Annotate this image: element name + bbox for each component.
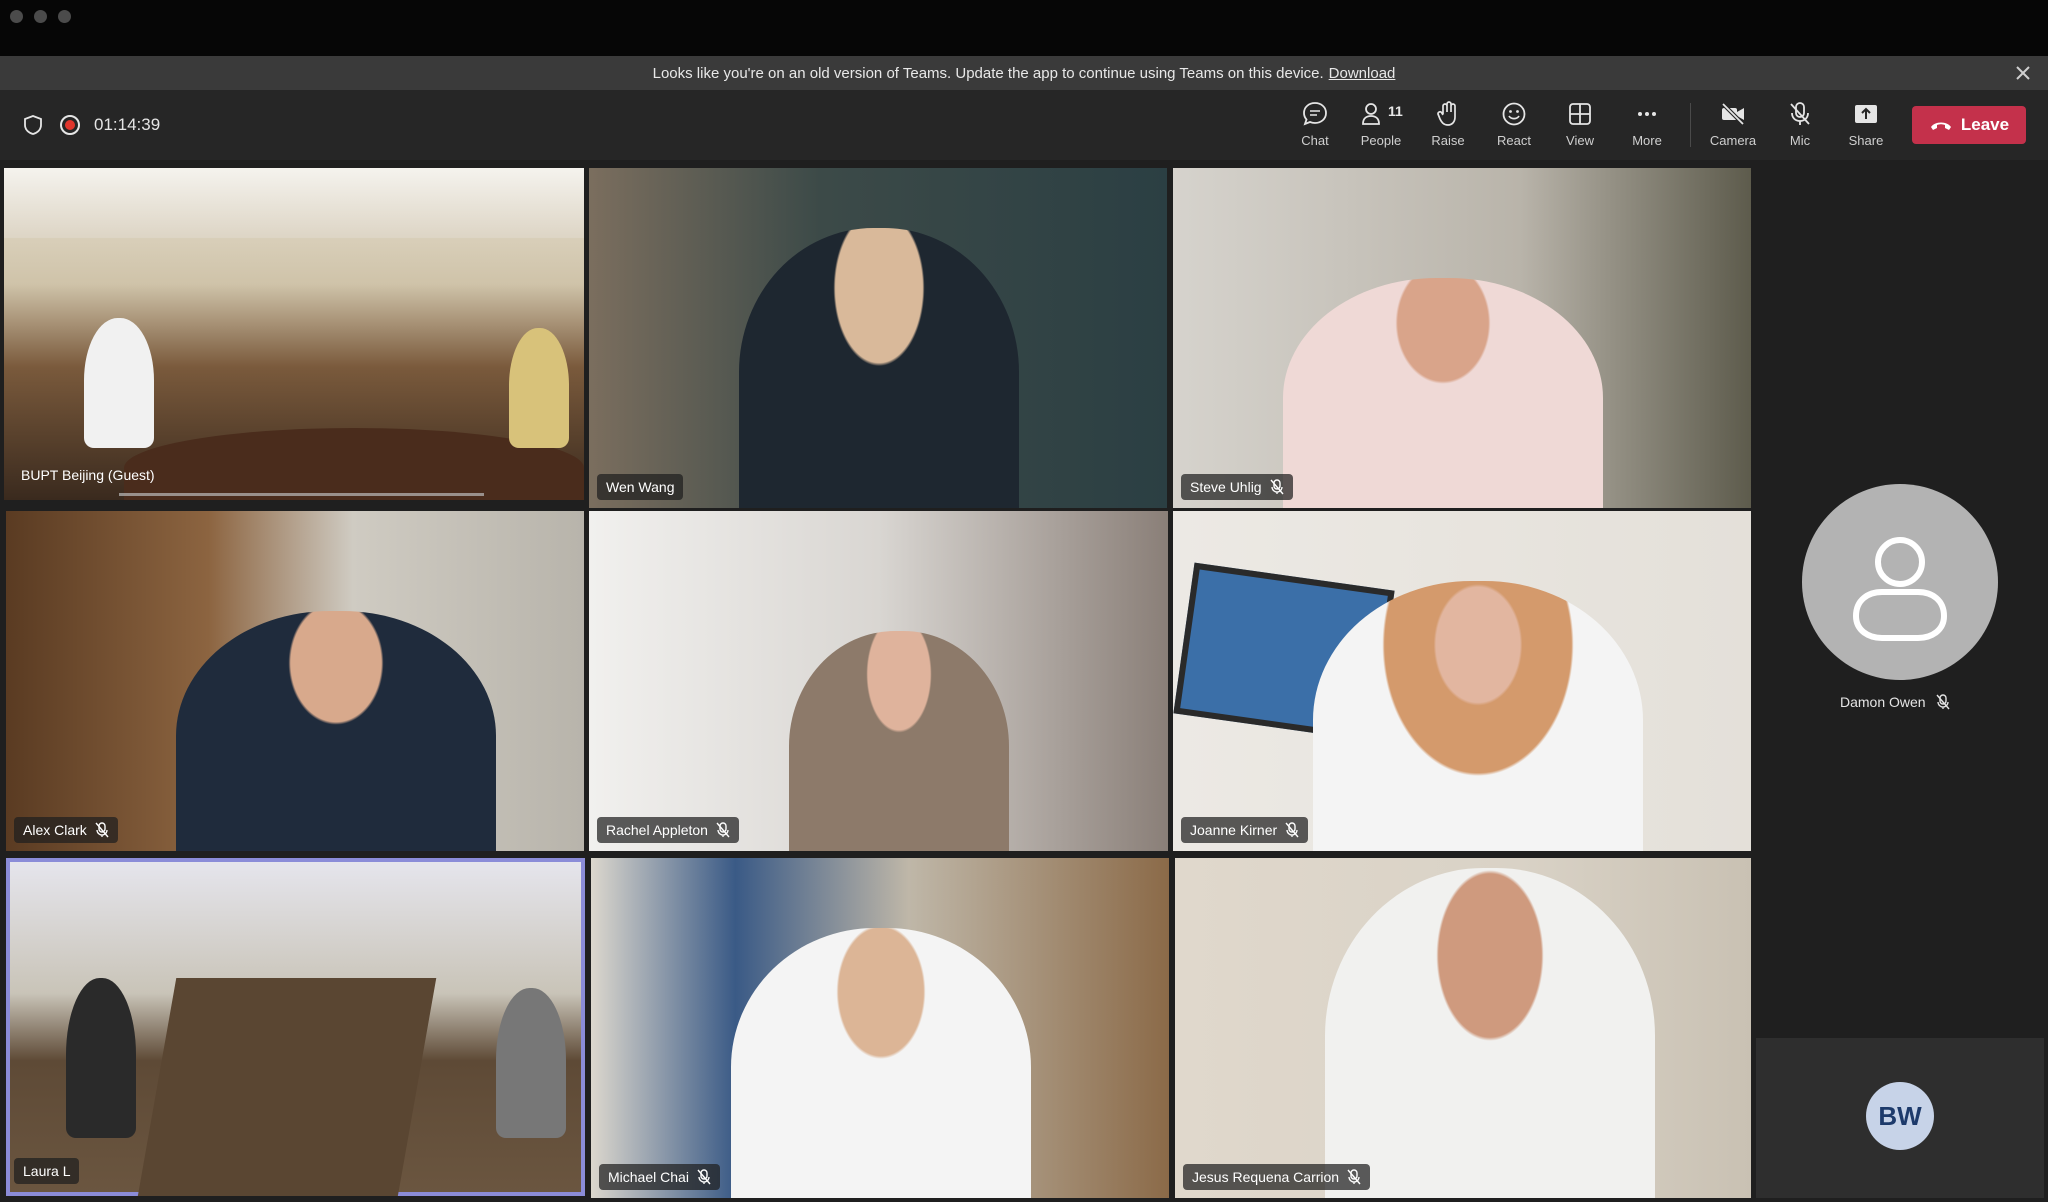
leave-label: Leave (1960, 115, 2010, 134)
video-tile-alex-clark[interactable]: Alex Clark (6, 511, 584, 851)
chat-button[interactable]: Chat (1284, 100, 1346, 154)
share-label: Share (1848, 133, 1884, 148)
video-tile-steve-uhlig[interactable]: Steve Uhlig (1173, 168, 1751, 508)
participant-name: Michael Chai (608, 1169, 689, 1185)
participant-name: Rachel Appleton (606, 822, 708, 838)
conference-table-graphic (135, 978, 437, 1196)
participant-figure (1313, 581, 1643, 851)
participant-name: Jesus Requena Carrion (1192, 1169, 1340, 1185)
chat-label: Chat (1301, 133, 1329, 148)
participant-figure (509, 328, 569, 448)
side-participant-label: Damon Owen (1840, 694, 1950, 710)
name-tag: Laura L (14, 1158, 80, 1184)
video-tile-michael-chai[interactable]: Michael Chai (591, 858, 1169, 1198)
participant-figure (66, 978, 136, 1138)
mic-muted-icon (1936, 694, 1950, 710)
raise-hand-button[interactable]: Raise (1417, 100, 1479, 154)
phone-hangup-icon (1930, 122, 1951, 130)
participant-figure (84, 318, 154, 448)
recording-icon (60, 115, 80, 135)
name-tag: Steve Uhlig (1181, 474, 1293, 500)
video-tile-jesus-requena-carrion[interactable]: Jesus Requena Carrion (1175, 858, 1751, 1198)
meeting-timer: 01:14:39 (94, 115, 161, 134)
name-tag: Jesus Requena Carrion (1183, 1164, 1371, 1190)
mic-muted-icon (1285, 822, 1299, 838)
mic-muted-icon (716, 822, 730, 838)
share-icon (1855, 105, 1877, 123)
participant-name: Joanne Kirner (1190, 822, 1278, 838)
name-tag: Rachel Appleton (597, 817, 739, 843)
name-tag: Michael Chai (599, 1164, 720, 1190)
participant-figure (789, 631, 1009, 851)
camera-off-icon (1721, 102, 1745, 126)
participant-name: Laura L (23, 1163, 71, 1179)
scroll-indicator (119, 493, 484, 496)
people-icon (1362, 103, 1380, 125)
participant-name: Wen Wang (606, 479, 675, 495)
leave-button[interactable]: Leave (1912, 106, 2026, 144)
participant-name: Damon Owen (1840, 694, 1926, 710)
view-label: View (1566, 133, 1594, 148)
more-icon (1638, 112, 1656, 116)
minimize-window-button[interactable] (34, 10, 47, 23)
update-banner: Looks like you're on an old version of T… (0, 56, 2048, 90)
ceiling-graphic (4, 168, 584, 238)
video-tile-laura-l[interactable]: Laura L (6, 858, 585, 1196)
download-link[interactable]: Download (1329, 65, 1396, 82)
people-label: People (1360, 133, 1402, 148)
toolbar-divider (1690, 103, 1691, 147)
react-label: React (1497, 133, 1531, 148)
name-tag: BUPT Beijing (Guest) (12, 462, 164, 488)
maximize-window-button[interactable] (58, 10, 71, 23)
camera-label: Camera (1709, 133, 1757, 148)
name-tag: Joanne Kirner (1181, 817, 1309, 843)
video-tile-rachel-appleton[interactable]: Rachel Appleton (589, 511, 1168, 851)
window-title-bar (0, 0, 2048, 56)
participant-name: BUPT Beijing (Guest) (21, 467, 155, 483)
camera-button[interactable]: Camera (1702, 100, 1764, 154)
participant-figure (1325, 868, 1655, 1198)
participant-figure (731, 928, 1031, 1198)
participant-name: Alex Clark (23, 822, 87, 838)
name-tag: Wen Wang (597, 474, 684, 500)
more-label: More (1632, 133, 1662, 148)
smiley-icon (1502, 102, 1526, 126)
participant-figure (176, 611, 496, 851)
shield-icon (24, 115, 42, 135)
more-button[interactable]: More (1616, 100, 1678, 154)
video-tile-bupt-beijing[interactable]: BUPT Beijing (Guest) (4, 168, 584, 500)
raise-hand-icon (1437, 101, 1456, 126)
participant-name: Steve Uhlig (1190, 479, 1262, 495)
react-button[interactable]: React (1483, 100, 1545, 154)
participant-avatar[interactable] (1802, 484, 1998, 680)
people-button[interactable]: 11 People (1350, 100, 1412, 154)
mic-muted-icon (697, 1169, 711, 1185)
banner-text: Looks like you're on an old version of T… (652, 64, 1324, 82)
mic-label: Mic (1789, 133, 1811, 148)
close-window-button[interactable] (10, 10, 23, 23)
meeting-toolbar: 01:14:39 Chat 11 People Raise React View… (0, 90, 2048, 160)
chat-icon (1303, 102, 1327, 126)
share-button[interactable]: Share (1835, 100, 1897, 154)
participant-figure (739, 228, 1019, 508)
name-tag: Alex Clark (14, 817, 118, 843)
mic-muted-icon (1270, 479, 1284, 495)
mic-off-icon (1790, 102, 1810, 125)
raise-label: Raise (1431, 133, 1465, 148)
mic-muted-icon (1347, 1169, 1361, 1185)
grid-view-icon (1569, 103, 1591, 125)
participant-figure (496, 988, 566, 1138)
video-tile-wen-wang[interactable]: Wen Wang (589, 168, 1167, 508)
view-button[interactable]: View (1549, 100, 1611, 154)
people-count: 11 (1388, 103, 1403, 119)
self-avatar: BW (1866, 1082, 1934, 1150)
participant-figure (1283, 278, 1603, 508)
mic-button[interactable]: Mic (1769, 100, 1831, 154)
mic-muted-icon (95, 822, 109, 838)
person-icon (1852, 537, 1948, 641)
close-icon[interactable] (2012, 62, 2034, 84)
video-tile-joanne-kirner[interactable]: Joanne Kirner (1173, 511, 1751, 851)
